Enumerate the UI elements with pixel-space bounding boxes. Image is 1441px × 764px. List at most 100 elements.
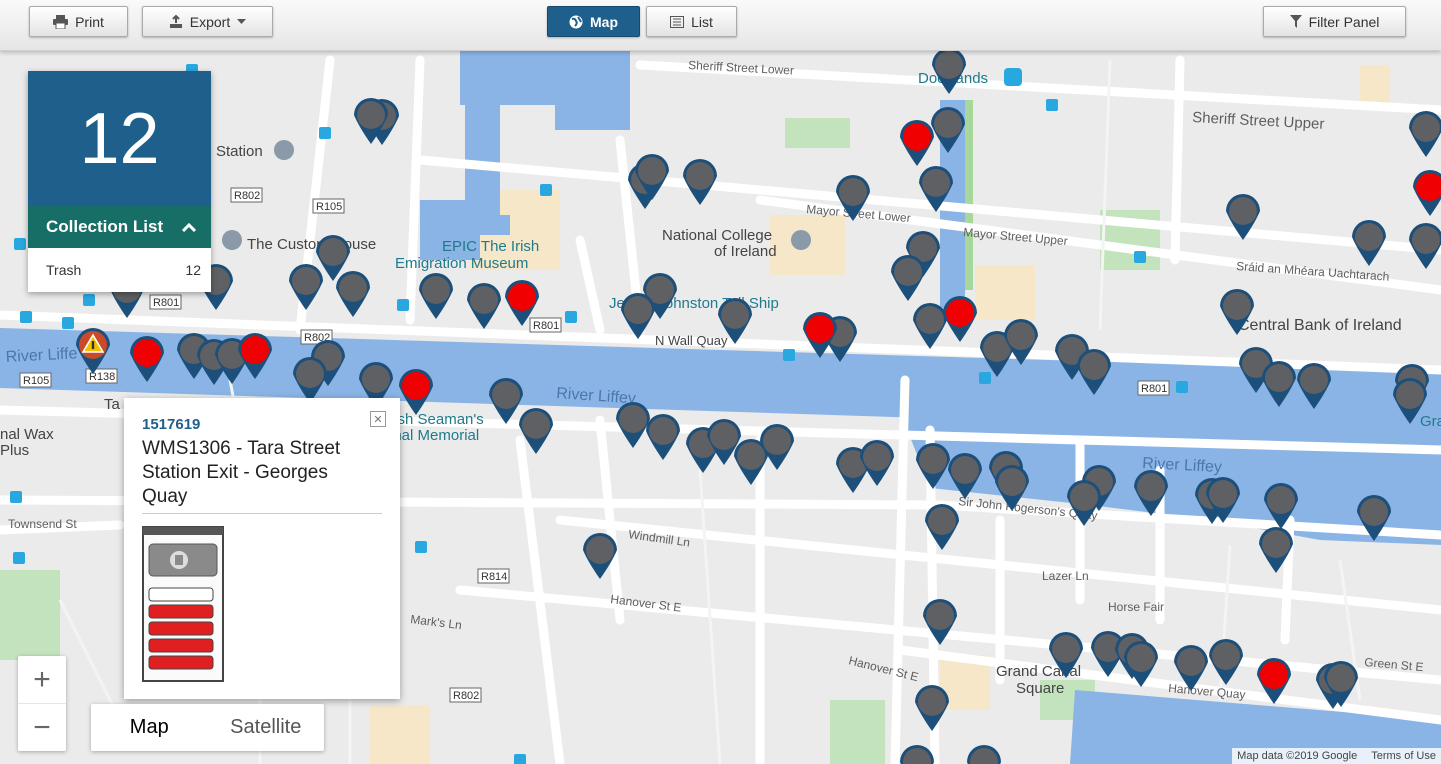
full-bin-pin[interactable] <box>402 372 430 400</box>
full-bin-pin[interactable] <box>946 299 974 327</box>
route-label: R802 <box>234 190 260 202</box>
bin-pin[interactable] <box>935 51 963 79</box>
collection-count: 12 <box>28 71 211 206</box>
map-label: Plus <box>0 442 29 459</box>
bin-pin[interactable] <box>1412 114 1440 142</box>
bin-pin[interactable] <box>737 442 765 470</box>
bin-pin[interactable] <box>1327 664 1355 692</box>
bin-pin[interactable] <box>422 276 450 304</box>
map-label: Townsend St <box>8 517 77 531</box>
bin-pin[interactable] <box>649 417 677 445</box>
full-bin-pin[interactable] <box>241 336 269 364</box>
print-label: Print <box>75 13 104 30</box>
map-label: Square <box>1016 680 1064 697</box>
bin-pin[interactable] <box>1070 483 1098 511</box>
bin-pin[interactable] <box>686 162 714 190</box>
bin-pin[interactable] <box>1396 381 1424 409</box>
terms-link[interactable]: Terms of Use <box>1371 750 1436 762</box>
list-view-button[interactable]: List <box>646 6 737 37</box>
bin-pin[interactable] <box>638 157 666 185</box>
map-label: N Wall Quay <box>655 333 728 348</box>
bin-pin[interactable] <box>296 360 324 388</box>
bin-pin[interactable] <box>1177 648 1205 676</box>
close-icon[interactable]: ✕ <box>370 411 386 427</box>
bin-pin[interactable] <box>292 267 320 295</box>
bin-pin[interactable] <box>1262 530 1290 558</box>
collection-list-toggle[interactable]: Collection List <box>28 206 211 248</box>
divider <box>142 513 382 514</box>
map-label: Station <box>216 143 263 160</box>
bin-pin[interactable] <box>1229 197 1257 225</box>
bin-pin[interactable] <box>1212 642 1240 670</box>
map-view-button[interactable]: Map <box>547 6 640 37</box>
bin-pin[interactable] <box>1007 322 1035 350</box>
bin-pin[interactable] <box>1355 223 1383 251</box>
bin-pin[interactable] <box>339 274 367 302</box>
bin-pin[interactable] <box>1300 366 1328 394</box>
bin-pin[interactable] <box>863 443 891 471</box>
route-label: R801 <box>1141 383 1167 395</box>
bin-pin[interactable] <box>470 286 498 314</box>
full-bin-pin[interactable] <box>133 339 161 367</box>
bin-pin[interactable] <box>916 306 944 334</box>
bin-pin[interactable] <box>918 688 946 716</box>
export-button[interactable]: Export <box>142 6 273 37</box>
globe-icon <box>569 15 583 28</box>
map-label: National College <box>662 227 772 244</box>
zoom-control: + − <box>18 656 66 751</box>
full-bin-pin[interactable] <box>1260 661 1288 689</box>
map-label: EPIC The Irish <box>442 238 539 255</box>
bin-info-popup: 1517619 WMS1306 - Tara Street Station Ex… <box>124 398 400 699</box>
zoom-in-button[interactable]: + <box>18 656 66 703</box>
bin-pin[interactable] <box>951 456 979 484</box>
zoom-out-button[interactable]: − <box>18 704 66 751</box>
map-type-satellite[interactable]: Satellite <box>208 704 325 751</box>
list-item[interactable]: Trash 12 <box>28 248 211 292</box>
bin-pin[interactable] <box>763 427 791 455</box>
map-type-map[interactable]: Map <box>91 704 208 751</box>
bin-pin[interactable] <box>522 411 550 439</box>
bin-pin[interactable] <box>721 301 749 329</box>
bin-pin[interactable] <box>357 101 385 129</box>
bin-pin[interactable] <box>710 422 738 450</box>
bin-pin[interactable] <box>1223 292 1251 320</box>
bin-pin[interactable] <box>998 468 1026 496</box>
route-label: R814 <box>481 571 507 583</box>
bin-pin[interactable] <box>1080 352 1108 380</box>
bin-pin[interactable] <box>1127 644 1155 672</box>
bin-pin[interactable] <box>934 110 962 138</box>
bin-pin[interactable] <box>492 381 520 409</box>
bin-name: WMS1306 - Tara Street Station Exit - Geo… <box>142 438 341 507</box>
bin-pin[interactable] <box>1265 364 1293 392</box>
bin-pin[interactable] <box>319 238 347 266</box>
print-button[interactable]: Print <box>29 6 128 37</box>
bin-pin[interactable] <box>586 536 614 564</box>
bin-pin[interactable] <box>928 507 956 535</box>
list-item-count: 12 <box>185 262 201 278</box>
full-bin-pin[interactable] <box>903 123 931 151</box>
bin-pin[interactable] <box>1137 473 1165 501</box>
bin-pin[interactable] <box>1209 480 1237 508</box>
map-label: Emigration Museum <box>395 255 528 272</box>
bin-pin[interactable] <box>1052 635 1080 663</box>
bin-pin[interactable] <box>362 365 390 393</box>
bin-fill-gauge-icon <box>142 526 224 682</box>
bin-pin[interactable] <box>1412 226 1440 254</box>
full-bin-pin[interactable] <box>806 315 834 343</box>
bin-id: 1517619 <box>142 416 201 433</box>
warning-icon-mark <box>91 341 95 349</box>
full-bin-pin[interactable] <box>508 283 536 311</box>
bin-pin[interactable] <box>894 258 922 286</box>
bin-pin[interactable] <box>624 296 652 324</box>
bin-pin[interactable] <box>839 178 867 206</box>
export-label: Export <box>189 13 231 30</box>
bin-pin[interactable] <box>922 169 950 197</box>
bin-pin[interactable] <box>919 446 947 474</box>
bin-pin[interactable] <box>619 405 647 433</box>
filter-icon <box>1289 15 1302 28</box>
filter-panel-button[interactable]: Filter Panel <box>1263 6 1406 37</box>
bin-pin[interactable] <box>926 602 954 630</box>
bin-pin[interactable] <box>1267 486 1295 514</box>
list-view-label: List <box>691 13 713 30</box>
bin-pin[interactable] <box>1360 498 1388 526</box>
